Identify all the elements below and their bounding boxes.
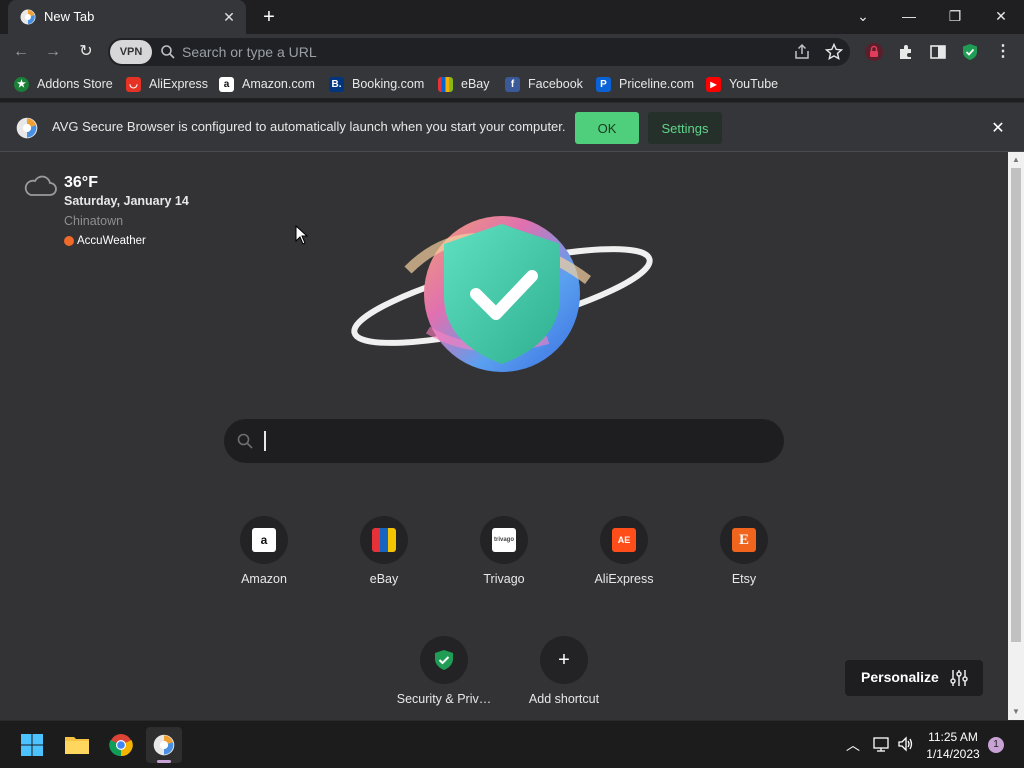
bookmark-amazon[interactable]: a Amazon.com	[219, 75, 315, 93]
add-shortcut-button[interactable]: + Add shortcut	[509, 636, 619, 726]
bookmark-star-icon[interactable]	[824, 42, 844, 62]
scroll-up-icon[interactable]: ▲	[1011, 155, 1021, 165]
youtube-icon: ▶	[706, 76, 721, 92]
windows-taskbar: ︿ 11:25 AM 1/14/2023 1	[0, 720, 1024, 768]
show-hidden-icons-icon[interactable]: ︿	[846, 735, 860, 755]
accuweather-link[interactable]: AccuWeather	[64, 235, 146, 247]
tab-search-icon[interactable]: ⌄	[848, 4, 878, 28]
bookmark-priceline[interactable]: P Priceline.com	[596, 75, 694, 93]
reload-button[interactable]: ↻	[75, 41, 97, 63]
shortcut-aliexpress[interactable]: AE AliExpress	[569, 516, 679, 606]
menu-kebab-icon[interactable]: ⋮	[992, 41, 1014, 63]
startup-infobar: AVG Secure Browser is configured to auto…	[0, 102, 1024, 152]
weather-temperature: 36°F	[64, 174, 98, 191]
chrome-icon[interactable]	[103, 727, 139, 763]
tab-strip: New Tab ✕ + ⌄ — ❐ ✕	[0, 0, 1024, 34]
accuweather-sun-icon	[64, 236, 74, 246]
bookmark-youtube[interactable]: ▶ YouTube	[706, 75, 778, 93]
text-caret	[264, 431, 266, 451]
file-explorer-icon[interactable]	[59, 727, 95, 763]
volume-icon[interactable]	[897, 735, 915, 753]
shortcut-ebay[interactable]: eBay	[329, 516, 439, 606]
bookmark-addons-store[interactable]: ★ Addons Store	[14, 75, 113, 93]
addons-store-icon: ★	[14, 76, 29, 92]
plus-icon: +	[558, 649, 570, 671]
amazon-icon: a	[252, 528, 276, 552]
bookmark-facebook[interactable]: f Facebook	[505, 75, 583, 93]
shortcut-trivago[interactable]: trivago Trivago	[449, 516, 559, 606]
address-bar[interactable]: VPN	[108, 38, 850, 66]
bookmark-booking[interactable]: B. Booking.com	[329, 75, 424, 93]
forward-button[interactable]: →	[42, 41, 64, 63]
sliders-icon	[950, 670, 968, 686]
mouse-cursor-icon	[295, 225, 309, 245]
clock-time[interactable]: 11:25 AM	[918, 730, 988, 744]
facebook-icon: f	[505, 76, 520, 92]
aliexpress-icon: ◡	[126, 76, 141, 92]
amazon-icon: a	[219, 76, 234, 92]
etsy-icon: E	[732, 528, 756, 552]
weather-location[interactable]: Chinatown	[64, 214, 123, 228]
share-icon[interactable]	[792, 42, 812, 62]
url-input[interactable]	[182, 38, 742, 66]
bookmark-aliexpress[interactable]: ◡ AliExpress	[126, 75, 208, 93]
avg-browser-icon	[153, 734, 175, 756]
close-window-button[interactable]: ✕	[986, 4, 1016, 28]
ebay-bag-icon	[372, 528, 396, 552]
avg-browser-taskbar-button[interactable]	[146, 727, 182, 763]
side-panel-icon[interactable]	[928, 42, 948, 62]
tab-new-tab[interactable]: New Tab ✕	[8, 0, 246, 34]
clock-date[interactable]: 1/14/2023	[918, 747, 988, 761]
page-search-box[interactable]	[224, 419, 784, 463]
tab-title: New Tab	[44, 9, 95, 24]
active-app-indicator	[157, 760, 171, 763]
infobar-close-icon[interactable]: ✕	[988, 119, 1008, 139]
search-icon	[161, 45, 175, 59]
ebay-icon	[438, 76, 453, 92]
shortcut-security-privacy[interactable]: Security & Priv…	[389, 636, 499, 726]
back-button[interactable]: ←	[10, 41, 32, 63]
toolbar: ← → ↻ VPN ⋮	[0, 34, 1024, 70]
new-tab-page: 36°F Saturday, January 14 Chinatown Accu…	[0, 152, 1008, 720]
bookmark-ebay[interactable]: eBay	[438, 75, 490, 93]
trivago-icon: trivago	[492, 528, 516, 552]
scroll-thumb[interactable]	[1011, 168, 1021, 642]
new-tab-button[interactable]: +	[258, 6, 280, 28]
network-icon[interactable]	[872, 735, 890, 753]
avg-browser-icon	[16, 117, 38, 139]
avg-shield-extension-icon[interactable]	[960, 42, 980, 62]
infobar-message: AVG Secure Browser is configured to auto…	[52, 119, 566, 134]
booking-icon: B.	[329, 76, 344, 92]
ok-button[interactable]: OK	[575, 112, 639, 144]
vpn-button[interactable]: VPN	[110, 40, 152, 64]
scroll-down-icon[interactable]: ▼	[1011, 707, 1021, 717]
extensions-puzzle-icon[interactable]	[896, 42, 916, 62]
search-icon	[237, 433, 253, 449]
extension-lock-icon[interactable]	[864, 42, 884, 62]
avg-browser-icon	[20, 9, 36, 25]
cloud-icon	[24, 175, 57, 196]
page-scrollbar[interactable]: ▲ ▼	[1008, 152, 1024, 720]
tab-close-icon[interactable]: ✕	[220, 8, 238, 26]
priceline-icon: P	[596, 76, 611, 92]
personalize-button[interactable]: Personalize	[845, 660, 983, 696]
bookmarks-bar: ★ Addons Store ◡ AliExpress a Amazon.com B.…	[0, 70, 1024, 98]
notification-badge[interactable]: 1	[988, 737, 1004, 753]
shortcut-etsy[interactable]: E Etsy	[689, 516, 799, 606]
weather-date: Saturday, January 14	[64, 194, 189, 208]
windows-start-icon[interactable]	[14, 727, 50, 763]
security-shield-icon	[435, 650, 453, 670]
avg-shield-planet-illustration	[351, 216, 653, 372]
settings-button[interactable]: Settings	[648, 112, 722, 144]
shortcut-amazon[interactable]: a Amazon	[209, 516, 319, 606]
aliexpress-icon: AE	[612, 528, 636, 552]
restore-button[interactable]: ❐	[940, 4, 970, 28]
minimize-button[interactable]: —	[894, 4, 924, 28]
